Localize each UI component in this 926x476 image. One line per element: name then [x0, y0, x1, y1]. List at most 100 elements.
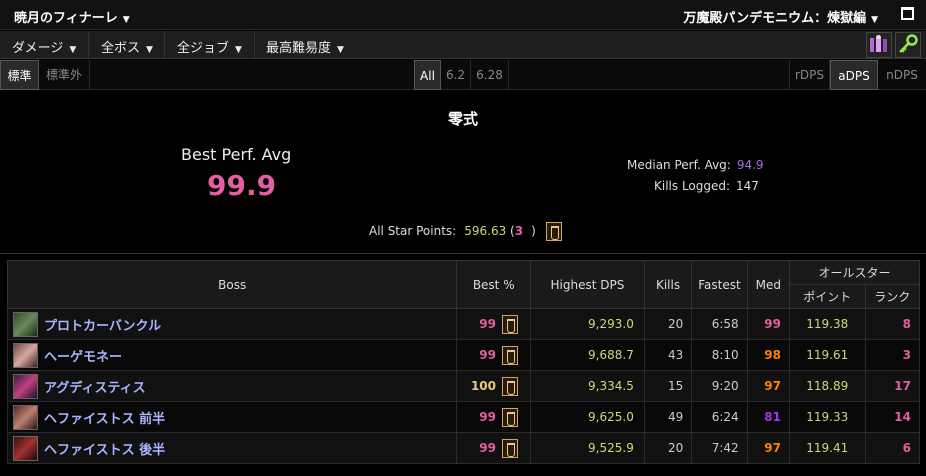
difficulty-label: 最高難易度 — [266, 41, 332, 56]
table-row[interactable]: プロトカーバンクル 99 9,293.0 20 6:58 99 119.38 8 — [6, 308, 921, 340]
zone-selector[interactable]: 暁月のフィナーレ ▼ — [14, 7, 130, 26]
difficulty-dropdown[interactable]: 最高難易度 ▼ — [266, 37, 344, 56]
rank-value: 17 — [864, 370, 921, 402]
header-best[interactable]: Best % — [456, 260, 531, 309]
boss-avatar — [13, 436, 38, 461]
tab-nonstandard[interactable]: 標準外 — [39, 60, 90, 90]
caret-down-icon: ▼ — [235, 45, 242, 55]
parse-badge-icon[interactable] — [502, 314, 518, 334]
header-med[interactable]: Med — [746, 260, 790, 309]
tab-patch-all[interactable]: All — [414, 60, 441, 90]
header-allstar: オールスター — [788, 260, 921, 285]
boss-table: Boss Best % Highest DPS Kills Fastest Me… — [6, 260, 921, 464]
header-kills[interactable]: Kills — [643, 260, 693, 309]
all-star-points: All Star Points: 596.63 (3) — [369, 222, 562, 241]
boss-cell: プロトカーバンクル — [6, 308, 458, 340]
tab-standard[interactable]: 標準 — [0, 60, 39, 90]
boss-cell: ヘファイストス 後半 — [6, 432, 458, 464]
tab-ndps[interactable]: nDPS — [878, 60, 926, 90]
boss-name[interactable]: ヘーゲモネー — [44, 350, 122, 365]
parse-badge-icon[interactable] — [502, 438, 518, 458]
best-value: 99 — [479, 348, 496, 362]
highest-dps-value: 9,334.5 — [530, 370, 645, 402]
boss-name[interactable]: アグディスティス — [44, 381, 146, 396]
points-value: 119.61 — [788, 339, 866, 371]
boss-cell: ヘファイストス 前半 — [6, 401, 458, 433]
raid-selector[interactable]: 万魔殿パンデモニウム：煉獄編 ▼ — [683, 7, 878, 26]
header-rank[interactable]: ランク — [864, 284, 921, 309]
table-row[interactable]: ヘファイストス 前半 99 9,625.0 49 6:24 81 119.33 … — [6, 401, 921, 433]
metric-label: ダメージ — [12, 41, 64, 56]
boss-avatar — [13, 405, 38, 430]
boss-dropdown[interactable]: 全ボス ▼ — [101, 37, 153, 56]
table-row[interactable]: ヘーゲモネー 99 9,688.7 43 8:10 98 119.61 3 — [6, 339, 921, 371]
header-fastest[interactable]: Fastest — [691, 260, 748, 309]
boss-avatar — [13, 343, 38, 368]
caret-down-icon: ▼ — [69, 45, 77, 55]
boss-avatar — [13, 312, 38, 337]
tab-patch-6-2[interactable]: 6.2 — [441, 60, 471, 90]
boss-name[interactable]: ヘファイストス 前半 — [44, 412, 165, 427]
kills-logged-label: Kills Logged: — [654, 179, 731, 193]
table-row[interactable]: アグディスティス 100 9,334.5 15 9:20 97 118.89 1… — [6, 370, 921, 402]
rank-value: 6 — [864, 432, 921, 464]
window-icon[interactable] — [901, 7, 914, 20]
header-points[interactable]: ポイント — [788, 284, 866, 309]
parse-badge-icon[interactable] — [502, 376, 518, 396]
best-value: 100 — [470, 379, 496, 393]
best-value: 99 — [479, 317, 496, 331]
highest-dps-value: 9,625.0 — [530, 401, 645, 433]
header-highest-dps[interactable]: Highest DPS — [530, 260, 645, 309]
kills-value: 15 — [643, 370, 693, 402]
med-value: 81 — [746, 401, 790, 433]
tab-patch-6-28[interactable]: 6.28 — [471, 60, 509, 90]
med-value: 98 — [746, 339, 790, 371]
caret-down-icon: ▼ — [146, 45, 153, 55]
all-star-points-value: 596.63 — [464, 224, 507, 238]
best-value: 99 — [479, 441, 496, 455]
filter-bar: ダメージ ▼ 全ボス ▼ 全ジョブ ▼ 最高難易度 ▼ — [0, 31, 926, 59]
rank-value: 8 — [864, 308, 921, 340]
median-perf-value: 94.9 — [736, 158, 764, 172]
highest-dps-value: 9,688.7 — [530, 339, 645, 371]
job-label: 全ジョブ — [177, 41, 230, 56]
points-value: 119.33 — [788, 401, 866, 433]
boss-name[interactable]: プロトカーバンクル — [44, 319, 161, 334]
rank-value: 14 — [864, 401, 921, 433]
kills-value: 43 — [643, 339, 693, 371]
table-row[interactable]: ヘファイストス 後半 99 9,525.9 20 7:42 97 119.41 … — [6, 432, 921, 464]
header-boss[interactable]: Boss — [6, 260, 458, 309]
rank-value: 3 — [864, 339, 921, 371]
job-dropdown[interactable]: 全ジョブ ▼ — [177, 37, 242, 56]
difficulty-title: 零式 — [447, 110, 478, 128]
med-value: 97 — [746, 370, 790, 402]
divider — [0, 253, 926, 254]
caret-down-icon: ▼ — [871, 15, 878, 25]
boss-name[interactable]: ヘファイストス 後半 — [44, 443, 165, 458]
raid-title: 万魔殿パンデモニウム：煉獄編 — [683, 11, 867, 26]
kills-logged-value: 147 — [736, 179, 759, 193]
parse-badge-icon[interactable] — [502, 407, 518, 427]
party-icon[interactable] — [866, 32, 892, 58]
key-icon[interactable] — [895, 32, 921, 58]
kills-logged: Kills Logged: 147 — [654, 179, 759, 193]
best-value: 99 — [479, 410, 496, 424]
all-star-rank: 3 — [514, 224, 524, 238]
tab-adps[interactable]: aDPS — [830, 60, 878, 90]
metric-dropdown[interactable]: ダメージ ▼ — [12, 37, 76, 56]
boss-cell: アグディスティス — [6, 370, 458, 402]
fastest-value: 8:10 — [691, 339, 748, 371]
best-cell: 100 — [456, 370, 531, 402]
kills-value: 20 — [643, 308, 693, 340]
tabs-row: 標準 標準外 All 6.2 6.28 rDPS aDPS nDPS — [0, 60, 926, 90]
zone-title: 暁月のフィナーレ — [14, 11, 118, 26]
best-cell: 99 — [456, 432, 531, 464]
points-value: 119.41 — [788, 432, 866, 464]
median-perf: Median Perf. Avg: 94.9 — [627, 158, 764, 172]
kills-value: 49 — [643, 401, 693, 433]
boss-cell: ヘーゲモネー — [6, 339, 458, 371]
tab-rdps[interactable]: rDPS — [789, 60, 830, 90]
parse-badge-icon[interactable] — [502, 345, 518, 365]
parse-badge-icon[interactable] — [545, 222, 562, 241]
best-cell: 99 — [456, 308, 531, 340]
